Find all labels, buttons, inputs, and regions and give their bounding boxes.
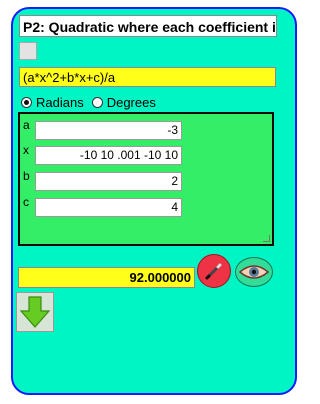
radians-radio[interactable] [21,97,32,108]
angle-units: Radians Degrees [21,95,156,110]
pencil-icon[interactable] [197,254,231,288]
result-display: 92.000000 [18,267,195,288]
eye-icon[interactable] [235,257,273,287]
param-label-a: a [23,118,30,132]
down-arrow-glyph [19,296,51,328]
formula-field[interactable]: (a*x^2+b*x+c)/a [19,67,276,87]
degrees-radio[interactable] [91,97,103,108]
down-arrow-icon[interactable] [16,292,54,332]
param-label-b: b [23,169,30,183]
resize-handle[interactable] [263,235,270,242]
checkbox[interactable] [19,42,37,60]
param-label-c: c [23,195,29,209]
eye-glyph [238,265,270,279]
param-input-x[interactable]: -10 10 .001 -10 10 [35,146,182,165]
param-input-a[interactable]: -3 [35,121,182,140]
parameters-area: a -3 x -10 10 .001 -10 10 b 2 c 4 [18,112,274,246]
panel-title: P2: Quadratic where each coefficient is [19,15,277,37]
degrees-label: Degrees [106,95,156,110]
param-input-b[interactable]: 2 [35,172,182,191]
calculator-panel: P2: Quadratic where each coefficient is … [11,7,297,395]
param-label-x: x [23,143,29,157]
radians-label: Radians [36,95,84,110]
param-input-c[interactable]: 4 [35,198,182,217]
pencil-glyph [205,263,222,280]
